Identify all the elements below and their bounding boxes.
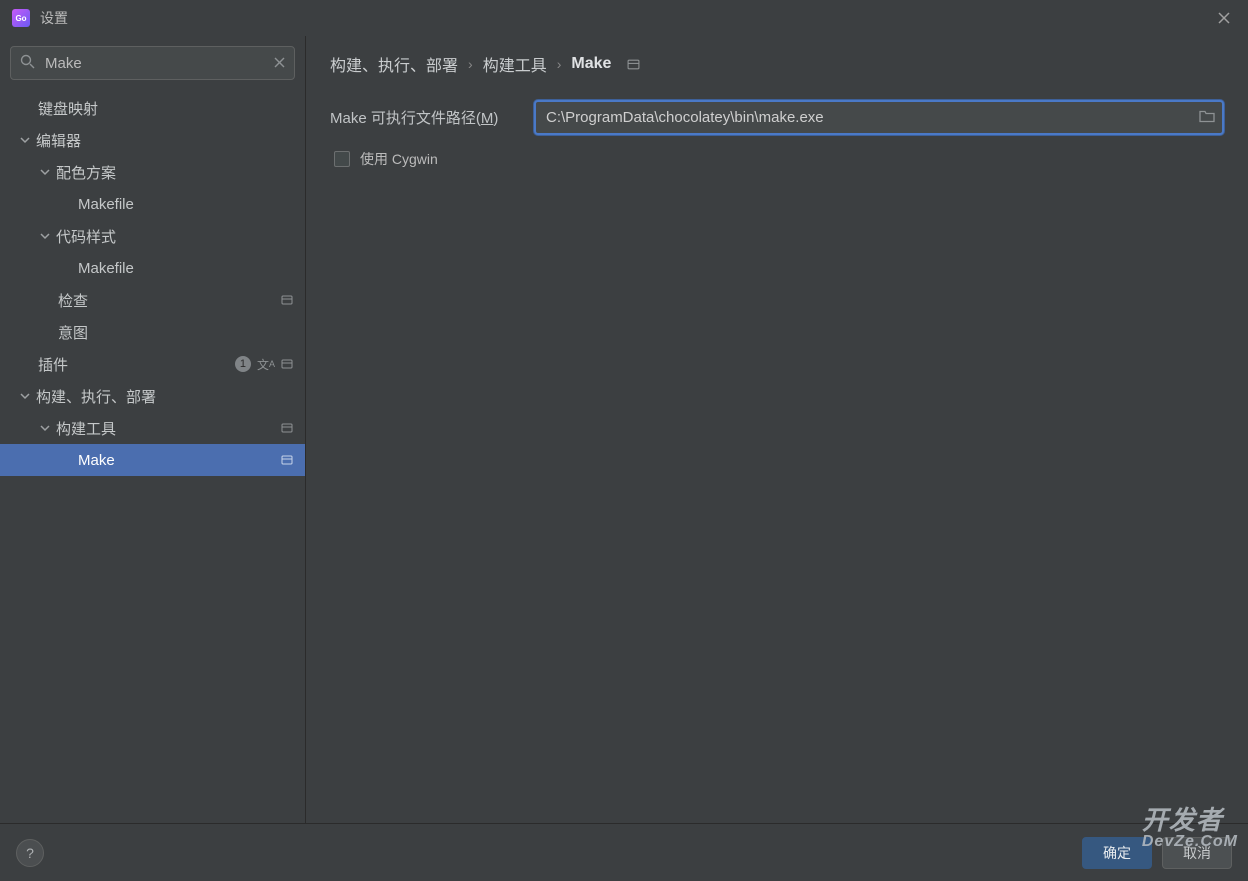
folder-icon[interactable]	[1199, 109, 1215, 126]
help-icon: ?	[26, 845, 34, 861]
row-cygwin: 使用 Cygwin	[330, 149, 1224, 169]
tree-item-inspect[interactable]: 检查	[0, 284, 305, 316]
cancel-button[interactable]: 取消	[1162, 837, 1232, 869]
tree-label: Makefile	[78, 260, 305, 277]
breadcrumb-sep: ›	[468, 56, 473, 72]
tree-item-plugins[interactable]: 插件 1 文A	[0, 348, 305, 380]
cygwin-label: 使用 Cygwin	[360, 149, 438, 169]
tree-item-editor[interactable]: 编辑器	[0, 124, 305, 156]
settings-tree: 键盘映射 编辑器 配色方案 Makefile 代码样式 Makefile 检查	[0, 88, 305, 823]
tree-label: 代码样式	[56, 226, 305, 247]
content-panel: 构建、执行、部署 › 构建工具 › Make Make 可执行文件路径(M) 使…	[306, 36, 1248, 823]
tree-item-colorscheme-makefile[interactable]: Makefile	[0, 188, 305, 220]
tree-label: 构建工具	[56, 418, 281, 439]
chevron-down-icon	[18, 391, 32, 401]
tree-item-make[interactable]: Make	[0, 444, 305, 476]
breadcrumb-current: Make	[571, 55, 611, 73]
clear-search-icon[interactable]	[274, 55, 285, 71]
tree-label: Makefile	[78, 196, 305, 213]
language-icon: 文A	[257, 356, 275, 373]
tree-item-intent[interactable]: 意图	[0, 316, 305, 348]
search-box[interactable]	[10, 46, 295, 80]
footer: ? 确定 取消	[0, 823, 1248, 881]
tree-label: 插件	[38, 354, 235, 375]
main-area: 键盘映射 编辑器 配色方案 Makefile 代码样式 Makefile 检查	[0, 36, 1248, 823]
titlebar: Go 设置	[0, 0, 1248, 36]
make-path-input[interactable]	[534, 100, 1224, 135]
make-path-label: Make 可执行文件路径(M)	[330, 107, 518, 128]
search-input[interactable]	[45, 55, 264, 72]
breadcrumb-build[interactable]: 构建、执行、部署	[330, 52, 458, 76]
row-make-path: Make 可执行文件路径(M)	[330, 100, 1224, 135]
profile-icon	[281, 455, 293, 465]
sidebar: 键盘映射 编辑器 配色方案 Makefile 代码样式 Makefile 检查	[0, 36, 306, 823]
chevron-down-icon	[18, 135, 32, 145]
cygwin-checkbox[interactable]	[334, 151, 350, 167]
ok-button[interactable]: 确定	[1082, 837, 1152, 869]
help-button[interactable]: ?	[16, 839, 44, 867]
tree-label: 意图	[58, 322, 305, 343]
form-area: Make 可执行文件路径(M) 使用 Cygwin	[306, 86, 1248, 183]
tree-item-buildtools[interactable]: 构建工具	[0, 412, 305, 444]
chevron-down-icon	[38, 231, 52, 241]
tree-item-codestyle-makefile[interactable]: Makefile	[0, 252, 305, 284]
app-icon: Go	[12, 9, 30, 27]
tree-label: 键盘映射	[38, 98, 305, 119]
badge-count: 1	[235, 356, 251, 372]
chevron-down-icon	[38, 167, 52, 177]
make-path-input-wrap	[534, 100, 1224, 135]
breadcrumb-sep: ›	[557, 56, 562, 72]
breadcrumb: 构建、执行、部署 › 构建工具 › Make	[306, 36, 1248, 86]
window-title: 设置	[40, 8, 68, 28]
tree-label: 检查	[58, 290, 281, 311]
chevron-down-icon	[38, 423, 52, 433]
tree-item-build[interactable]: 构建、执行、部署	[0, 380, 305, 412]
tree-item-keyboard[interactable]: 键盘映射	[0, 92, 305, 124]
profile-icon	[281, 423, 293, 433]
tree-label: 构建、执行、部署	[36, 386, 305, 407]
tree-item-colorscheme[interactable]: 配色方案	[0, 156, 305, 188]
tree-label: 配色方案	[56, 162, 305, 183]
tree-label: 编辑器	[36, 130, 305, 151]
search-wrap	[0, 36, 305, 88]
breadcrumb-buildtools[interactable]: 构建工具	[483, 52, 547, 76]
search-icon	[20, 54, 35, 72]
close-button[interactable]	[1210, 4, 1238, 32]
profile-icon	[281, 295, 293, 305]
close-icon	[1218, 12, 1230, 24]
tree-label: Make	[78, 452, 281, 469]
profile-icon	[281, 359, 293, 369]
profile-icon	[627, 59, 640, 70]
tree-item-codestyle[interactable]: 代码样式	[0, 220, 305, 252]
